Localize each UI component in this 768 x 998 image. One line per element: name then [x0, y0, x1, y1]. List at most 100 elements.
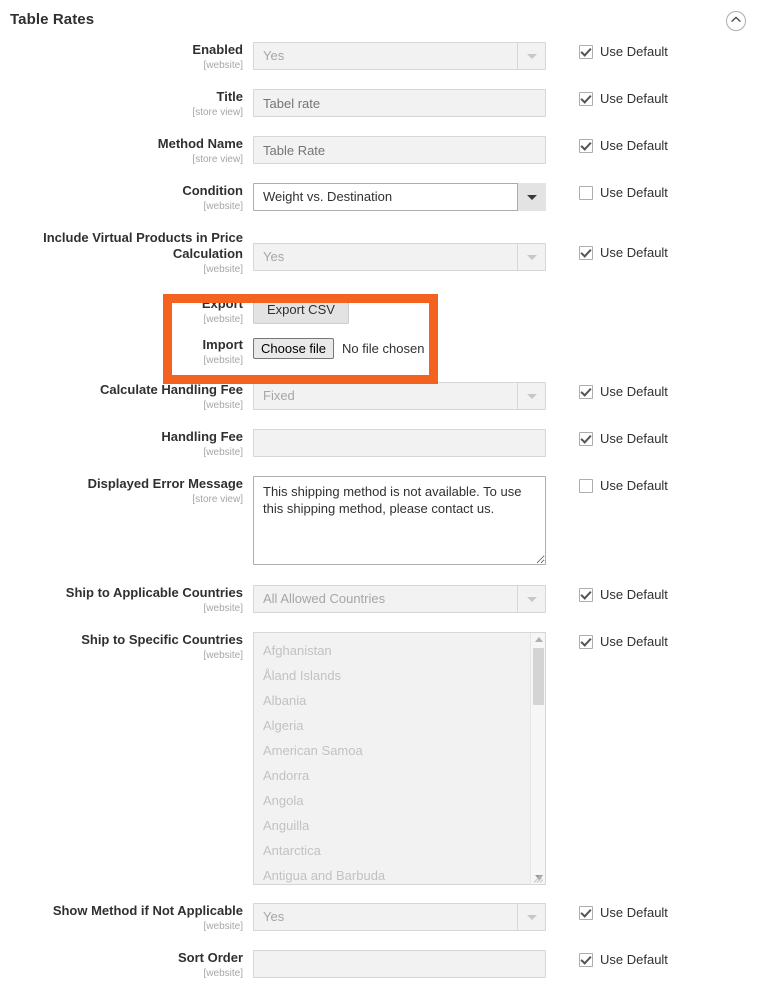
include-virtual-select[interactable]: Yes	[253, 243, 546, 271]
use-default-label: Use Default	[600, 952, 668, 967]
use-default-label: Use Default	[600, 185, 668, 200]
field-import: Choose file No file chosen	[253, 337, 424, 359]
ship-to-applicable-countries-select[interactable]: All Allowed Countries	[253, 585, 546, 613]
use-default-checkbox[interactable]	[579, 431, 593, 446]
use-default-sort-order[interactable]: Use Default	[579, 952, 668, 967]
title-input[interactable]	[253, 89, 546, 117]
use-default-checkbox[interactable]	[579, 44, 593, 59]
use-default-title[interactable]: Use Default	[579, 91, 668, 106]
chevron-up-circle-icon[interactable]	[726, 11, 746, 31]
displayed-error-message-textarea[interactable]: This shipping method is not available. T…	[253, 476, 546, 565]
use-default-label: Use Default	[600, 91, 668, 106]
page-title: Table Rates	[10, 11, 95, 28]
field-label: Show Method if Not Applicable	[52, 903, 243, 918]
ship-to-specific-countries-multiselect[interactable]: Afghanistan Åland Islands Albania Algeria Am…	[253, 632, 546, 885]
field-method-name	[253, 136, 546, 164]
row-title: Title [store view] Use Default	[0, 89, 768, 119]
label-title: Title [store view]	[0, 89, 243, 119]
row-condition: Condition [website] Weight vs. Destinati…	[0, 183, 768, 213]
use-default-method-name[interactable]: Use Default	[579, 138, 668, 153]
row-enabled: Enabled [website] Yes Use Default	[0, 42, 768, 72]
use-default-checkbox[interactable]	[579, 138, 593, 153]
field-scope: [store view]	[192, 107, 243, 118]
show-method-select[interactable]: Yes	[253, 903, 546, 931]
sort-order-input[interactable]	[253, 950, 546, 978]
use-default-condition[interactable]: Use Default	[579, 185, 668, 200]
use-default-checkbox[interactable]	[579, 185, 593, 200]
label-condition: Condition [website]	[0, 183, 243, 213]
country-option[interactable]: Antarctica	[254, 838, 545, 863]
label-enabled: Enabled [website]	[0, 42, 243, 72]
country-option[interactable]: Algeria	[254, 713, 545, 738]
use-default-checkbox[interactable]	[579, 587, 593, 602]
label-include-virtual-products: Include Virtual Products in Price Calcul…	[0, 230, 243, 276]
country-option[interactable]: Angola	[254, 788, 545, 813]
use-default-displayed-error-message[interactable]: Use Default	[579, 478, 668, 493]
field-label: Method Name	[157, 136, 243, 151]
calculate-handling-fee-select[interactable]: Fixed	[253, 382, 546, 410]
enabled-select[interactable]: Yes	[253, 42, 546, 70]
use-default-checkbox[interactable]	[579, 245, 593, 260]
row-import: Import [website] Choose file No file cho…	[0, 337, 768, 366]
row-export: Export [website] Export CSV	[0, 294, 768, 325]
field-condition: Weight vs. Destination	[253, 183, 546, 211]
use-default-checkbox[interactable]	[579, 91, 593, 106]
condition-select[interactable]: Weight vs. Destination	[253, 183, 546, 211]
scroll-up-arrow-icon[interactable]	[531, 633, 545, 646]
label-handling-fee: Handling Fee [website]	[0, 429, 243, 459]
use-default-label: Use Default	[600, 478, 668, 493]
field-label: Displayed Error Message	[87, 476, 243, 491]
use-default-show-method[interactable]: Use Default	[579, 905, 668, 920]
import-file-input[interactable]: Choose file No file chosen	[253, 337, 424, 359]
choose-file-button[interactable]: Choose file	[253, 337, 335, 359]
field-scope: [website]	[203, 314, 243, 325]
field-displayed-error-message: This shipping method is not available. T…	[253, 476, 546, 568]
country-option[interactable]: Antigua and Barbuda	[254, 863, 545, 884]
field-ship-to-specific-countries: Afghanistan Åland Islands Albania Algeria Am…	[253, 632, 546, 885]
use-default-label: Use Default	[600, 245, 668, 260]
handling-fee-input[interactable]	[253, 429, 546, 457]
country-option[interactable]: Åland Islands	[254, 663, 545, 688]
use-default-ship-to-applicable-countries[interactable]: Use Default	[579, 587, 668, 602]
country-option[interactable]: Albania	[254, 688, 545, 713]
country-option[interactable]: Andorra	[254, 763, 545, 788]
use-default-label: Use Default	[600, 138, 668, 153]
use-default-checkbox[interactable]	[579, 952, 593, 967]
row-ship-to-specific-countries: Ship to Specific Countries [website] Afg…	[0, 632, 768, 885]
use-default-enabled[interactable]: Use Default	[579, 44, 668, 59]
country-option[interactable]: Afghanistan	[254, 638, 545, 663]
field-include-virtual-products: Yes	[253, 243, 546, 271]
use-default-checkbox[interactable]	[579, 905, 593, 920]
country-option[interactable]: Anguilla	[254, 813, 545, 838]
country-option[interactable]: American Samoa	[254, 738, 545, 763]
method-name-input[interactable]	[253, 136, 546, 164]
field-scope: [website]	[203, 60, 243, 71]
export-csv-button[interactable]: Export CSV	[253, 294, 349, 324]
field-enabled: Yes	[253, 42, 546, 70]
field-label: Import	[202, 337, 243, 352]
field-label: Export	[201, 296, 243, 311]
resize-grip-icon[interactable]	[533, 872, 544, 883]
use-default-label: Use Default	[600, 587, 668, 602]
row-sort-order: Sort Order [website] Use Default	[0, 950, 768, 980]
use-default-checkbox[interactable]	[579, 478, 593, 493]
field-scope: [website]	[203, 603, 243, 614]
use-default-checkbox[interactable]	[579, 384, 593, 399]
use-default-handling-fee[interactable]: Use Default	[579, 431, 668, 446]
field-label: Title	[216, 89, 244, 104]
label-show-method-if-not-applicable: Show Method if Not Applicable [website]	[0, 903, 243, 933]
label-ship-to-applicable-countries: Ship to Applicable Countries [website]	[0, 585, 243, 615]
scrollbar-thumb[interactable]	[533, 648, 544, 705]
field-label: Include Virtual Products in Price Calcul…	[43, 230, 243, 261]
row-displayed-error-message: Displayed Error Message [store view] Thi…	[0, 476, 768, 565]
use-default-include-virtual-products[interactable]: Use Default	[579, 245, 668, 260]
field-label: Ship to Specific Countries	[81, 632, 243, 647]
field-scope: [website]	[203, 355, 243, 366]
label-sort-order: Sort Order [website]	[0, 950, 243, 980]
field-handling-fee	[253, 429, 546, 457]
use-default-checkbox[interactable]	[579, 634, 593, 649]
use-default-calculate-handling-fee[interactable]: Use Default	[579, 384, 668, 399]
chevron-up-glyph	[731, 16, 741, 22]
multiselect-scrollbar[interactable]	[530, 633, 545, 884]
use-default-ship-to-specific-countries[interactable]: Use Default	[579, 634, 668, 649]
